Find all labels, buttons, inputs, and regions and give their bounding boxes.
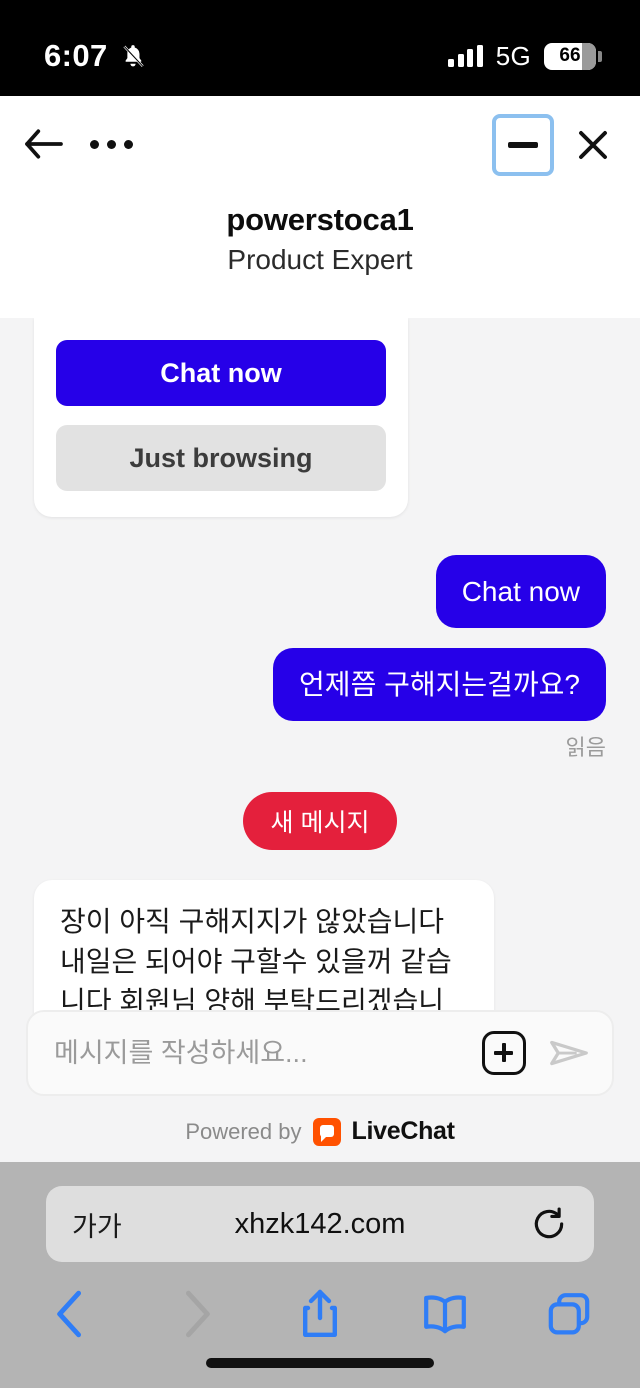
message-row-outgoing-2: 언제쯤 구해지는걸까요? (0, 648, 640, 721)
url-text: xhzk142.com (234, 1207, 406, 1240)
more-options-icon[interactable] (90, 124, 133, 164)
chat-header-left-actions (22, 124, 133, 164)
phone-screen: 6:07 5G 66 powerstoca1 Product Expert Ch… (0, 0, 640, 1388)
status-badge[interactable]: 새 메시지 (242, 792, 398, 850)
home-indicator (206, 1358, 434, 1368)
livechat-logo-icon (312, 1117, 341, 1146)
brand-name: LiveChat (351, 1117, 455, 1145)
chat-header-toolbar (0, 96, 640, 192)
quick-reply-card: Chat now Just browsing (34, 318, 408, 517)
share-icon[interactable] (293, 1286, 347, 1342)
plus-icon[interactable] (482, 1031, 526, 1075)
reload-icon[interactable] (530, 1205, 568, 1243)
message-row-outgoing-1: Chat now (0, 555, 640, 628)
message-input[interactable] (54, 1037, 482, 1069)
agent-name: powerstoca1 (226, 202, 414, 237)
back-arrow-icon[interactable] (22, 124, 66, 164)
cellular-signal-icon (448, 45, 483, 67)
read-receipt-label: 읽음 (565, 735, 606, 760)
chat-now-button[interactable]: Chat now (56, 340, 386, 406)
message-bubble: 언제쯤 구해지는걸까요? (273, 648, 606, 721)
browser-forward-icon (169, 1286, 223, 1342)
status-bar-right: 5G 66 (448, 40, 602, 72)
status-time: 6:07 (44, 38, 108, 73)
status-bar: 6:07 5G 66 (0, 0, 640, 96)
composer-area (0, 1010, 640, 1096)
browser-back-icon[interactable] (44, 1286, 98, 1342)
chat-header-right-actions (492, 114, 620, 176)
agent-role: Product Expert (227, 244, 413, 275)
chat-message-list[interactable]: Chat now Just browsing Chat now 언제쯤 구해지는… (0, 318, 640, 1162)
powered-by-footer: Powered by LiveChat (0, 1117, 640, 1146)
message-bubble: Chat now (435, 555, 606, 628)
battery-level-label: 66 (559, 45, 581, 66)
bell-slash-icon (120, 42, 146, 70)
just-browsing-button[interactable]: Just browsing (56, 425, 386, 491)
tabs-icon[interactable] (542, 1286, 596, 1342)
browser-chrome: 가가 xhzk142.com (0, 1162, 640, 1388)
composer[interactable] (26, 1010, 614, 1096)
status-bar-left: 6:07 (44, 38, 146, 74)
network-type-label: 5G (495, 40, 531, 71)
minimize-icon[interactable] (492, 114, 554, 176)
browser-toolbar (0, 1262, 640, 1342)
battery-indicator: 66 (544, 42, 602, 70)
close-icon[interactable] (566, 114, 620, 176)
chat-header-title-block: powerstoca1 Product Expert (0, 202, 640, 276)
send-icon[interactable] (546, 1030, 592, 1076)
address-bar[interactable]: 가가 xhzk142.com (46, 1186, 594, 1262)
chat-window-header: powerstoca1 Product Expert (0, 96, 640, 318)
new-message-badge-row: 새 메시지 (0, 792, 640, 850)
bookmarks-icon[interactable] (418, 1286, 472, 1342)
powered-by-label: Powered by (185, 1118, 302, 1144)
